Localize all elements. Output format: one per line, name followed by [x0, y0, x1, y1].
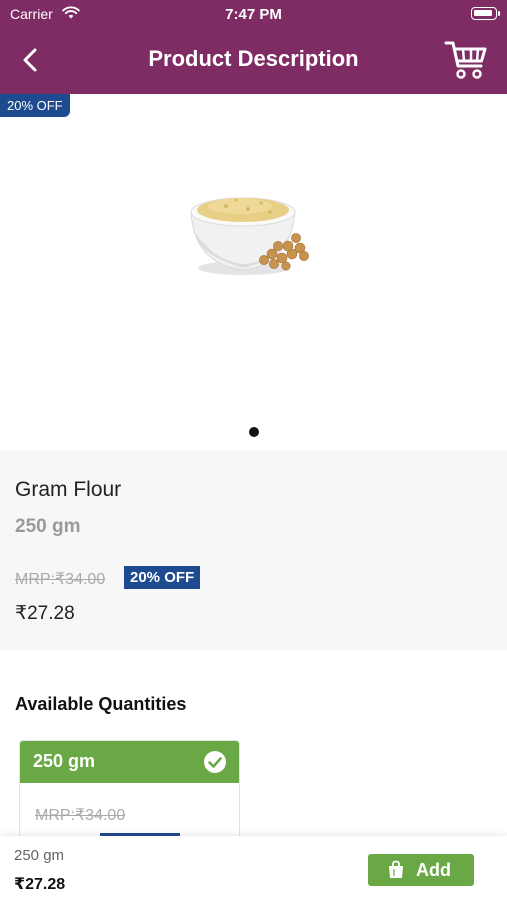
product-image [190, 197, 309, 275]
shopping-bag-icon [389, 860, 403, 878]
product-name: Gram Flour [15, 478, 122, 501]
available-quantities-title: Available Quantities [15, 694, 187, 714]
discount-badge: 20% OFF [0, 94, 70, 117]
app-header: Product Description [0, 28, 507, 94]
battery-icon [471, 7, 500, 20]
top-bar: Carrier 7:47 PM Product Description [0, 0, 507, 94]
product-info: Gram Flour 250 gm MRP:₹34.00 20% OFF ₹27… [0, 450, 507, 650]
check-circle-icon [204, 751, 226, 773]
page-title: Product Description [148, 46, 359, 71]
status-bar: Carrier 7:47 PM [0, 0, 507, 28]
bottom-weight: 250 gm [14, 847, 65, 864]
cart-button[interactable] [443, 38, 489, 82]
add-button-label: Add [416, 860, 451, 880]
bottom-bar: 250 gm ₹27.28 Add [0, 836, 507, 900]
bottom-price: ₹27.28 [14, 876, 66, 893]
product-mrp: MRP:₹34.00 [15, 571, 106, 588]
quantity-option[interactable]: 250 gm MRP:₹34.00 [19, 740, 240, 840]
carousel-dot[interactable] [249, 427, 259, 437]
status-time: 7:47 PM [225, 6, 282, 23]
add-to-cart-button[interactable]: Add [368, 854, 474, 886]
discount-tag: 20% OFF [124, 566, 201, 589]
cart-icon [444, 41, 487, 79]
quantity-option-mrp: MRP:₹34.00 [35, 807, 126, 824]
product-price: ₹27.28 [15, 603, 75, 624]
product-weight: 250 gm [15, 516, 81, 537]
product-image-carousel[interactable]: 20% OFF [0, 94, 507, 450]
quantity-option-label: 250 gm [33, 751, 96, 771]
quantity-option-header: 250 gm [20, 741, 239, 783]
